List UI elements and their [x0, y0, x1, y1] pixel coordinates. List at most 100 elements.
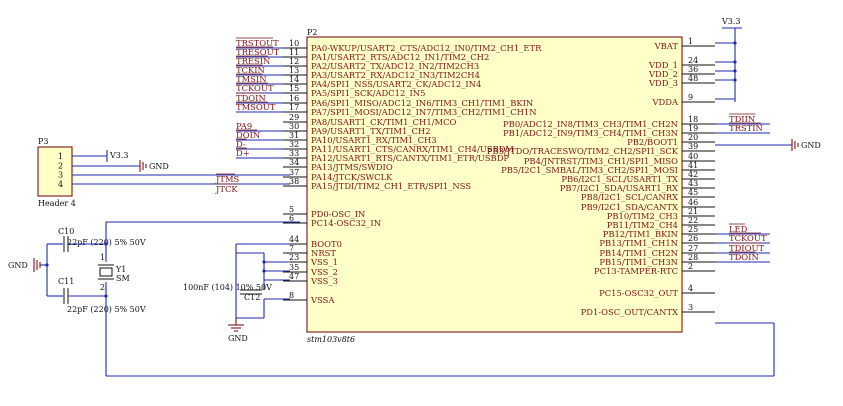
net-label: TRSTIN	[729, 123, 763, 133]
net-jtms: JTMS	[215, 174, 240, 184]
pin-number: 2	[688, 262, 693, 271]
pin-number: 44	[289, 235, 299, 244]
pin-number: 1	[688, 37, 693, 46]
xtal-body	[99, 267, 113, 277]
net-label: D+	[236, 148, 250, 158]
pin-name: VSS_3	[310, 276, 338, 287]
pin-number: 12	[289, 57, 299, 66]
junction-dot	[733, 41, 737, 45]
ic-part-name: stm103v8t6	[307, 335, 355, 344]
pin-number: 11	[289, 48, 299, 57]
pin-number: 43	[688, 179, 698, 188]
header-name: Header 4	[38, 199, 76, 208]
pin-number: 5	[289, 205, 294, 214]
pin-name: PC15-OSC32_OUT	[599, 288, 678, 299]
gnd-bottom-label: GND	[228, 334, 248, 343]
header-pin-number: 2	[58, 161, 63, 170]
pin-number: 31	[289, 131, 299, 140]
c12-designator: C12	[244, 293, 260, 302]
pin-number: 26	[688, 234, 698, 243]
pin-number: 13	[289, 66, 299, 75]
pin-name: VDD_3	[648, 78, 678, 89]
pin-number: 22	[688, 216, 698, 225]
pin-name: PC14-OSC32_IN	[311, 218, 381, 229]
pin-name: PD1-OSC_OUT/CANTX	[581, 307, 678, 318]
net-label: TCKOUT	[236, 83, 274, 93]
pin-number: 25	[688, 225, 698, 234]
pin-number: 21	[688, 207, 698, 216]
pin-number: 32	[289, 140, 299, 149]
pin-name: PA15/JTDI/TIM2_CH1_ETR/SPI1_NSS	[311, 181, 471, 192]
gnd-left-label: GND	[8, 261, 28, 270]
xtal-pin2: 2	[100, 283, 105, 292]
pin-number: 19	[688, 124, 698, 133]
pin-number: 4	[688, 284, 693, 293]
pin-number: 37	[289, 168, 299, 177]
pin-name: PA13/JTMS/SWDIO	[311, 162, 393, 172]
pin-number: 46	[688, 198, 698, 207]
c12-value: 100nF (104) 10% 50V	[183, 283, 272, 292]
pin-number: 40	[688, 152, 698, 161]
pin-number: 23	[289, 253, 299, 262]
pin-number: 9	[688, 93, 693, 102]
header-power-label: V3.3	[109, 151, 129, 160]
c10-designator: C10	[58, 227, 74, 236]
net-jtck: JTCK	[215, 184, 238, 194]
pin-number: 36	[688, 65, 698, 74]
pin-number: 30	[289, 122, 299, 131]
pin-number: 47	[289, 272, 299, 281]
xtal-pin1: 1	[100, 253, 105, 262]
pin-name: VSSA	[310, 295, 335, 305]
pin-name: PC13-TAMPER-RTC	[594, 266, 678, 276]
header-pin-number: 4	[58, 180, 63, 189]
pin-number: 14	[289, 75, 299, 84]
xtal-value: SM	[116, 274, 130, 283]
xtal-designator: Y1	[115, 265, 126, 274]
junction-dot	[45, 263, 49, 267]
net-label: TMSOUT	[236, 102, 276, 112]
pin-number: 7	[289, 244, 294, 253]
junction-dot	[733, 69, 737, 73]
header-pin-number: 1	[58, 152, 63, 161]
junction-dot	[104, 294, 108, 298]
schematic-canvas: P2 stm103v8t6 10 PA0-WKUP/USART2_CTS/ADC1…	[0, 0, 843, 406]
ic-designator: P2	[307, 28, 317, 37]
junction-dot	[733, 78, 737, 82]
junction-dot	[104, 242, 108, 246]
pin-number: 27	[688, 244, 698, 253]
pin-number: 34	[289, 158, 299, 167]
header-gnd-label: GND	[149, 162, 169, 171]
pin-number: 18	[688, 115, 698, 124]
pin-number: 17	[289, 103, 299, 112]
pin-number: 16	[289, 94, 299, 103]
net-label: TDOIN	[729, 252, 759, 262]
pin-number: 39	[688, 142, 698, 151]
gnd-right-label: GND	[801, 141, 821, 150]
junction-dot	[262, 260, 266, 264]
pin-name: VDDA	[651, 97, 678, 107]
pin-number: 28	[688, 253, 698, 262]
pin-name: VBAT	[654, 41, 679, 51]
pin-number: 20	[688, 133, 698, 142]
header-body	[37, 146, 73, 197]
pin-number: 38	[289, 177, 299, 186]
pin-number: 48	[688, 74, 698, 83]
pin-number: 10	[289, 39, 299, 48]
pin-number: 42	[688, 170, 698, 179]
net-label: TCKOUT	[729, 233, 767, 243]
pin-number: 3	[688, 303, 693, 312]
pin-number: 24	[688, 56, 698, 65]
pin-number: 15	[289, 84, 299, 93]
pin-number: 45	[688, 188, 698, 197]
junction-dot	[733, 60, 737, 64]
header-pin-number: 3	[58, 171, 63, 180]
pin-number: 41	[688, 161, 698, 170]
pin-number: 33	[289, 149, 299, 158]
c11-designator: C11	[58, 277, 74, 286]
header-pins: 1234	[58, 152, 63, 189]
pin-number: 35	[289, 263, 299, 272]
schematic-drawing: P2 stm103v8t6 10 PA0-WKUP/USART2_CTS/ADC1…	[8, 17, 821, 377]
header-designator: P3	[38, 137, 48, 146]
vcc-top-label: V3.3	[721, 17, 741, 26]
junction-dot	[262, 269, 266, 273]
